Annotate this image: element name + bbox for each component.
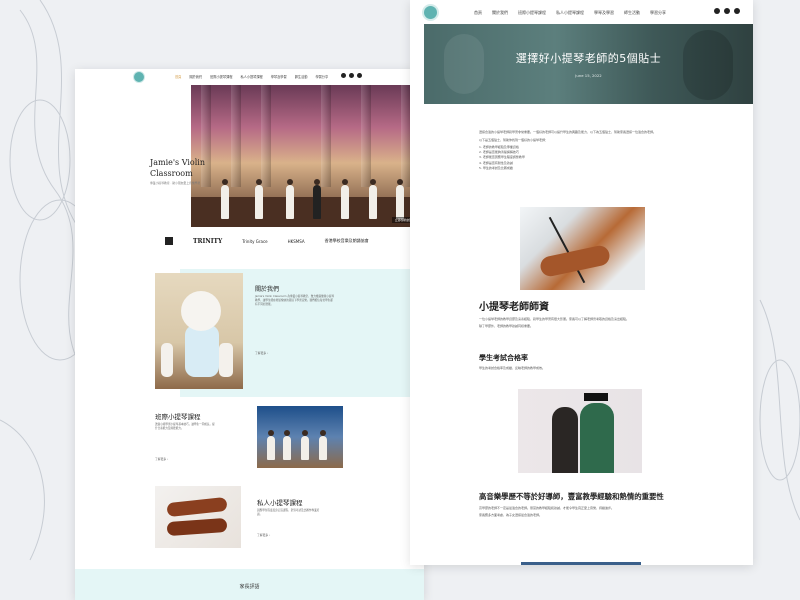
- group-course-heading: 班際小提琴課程: [155, 413, 201, 421]
- article-page-preview: 首頁 關於我們 班際小提琴課程 私人小提琴課程 學琴及學習 師生活動 學習分享 …: [410, 0, 753, 565]
- right-navbar: 首頁 關於我們 班際小提琴課程 私人小提琴課程 學琴及學習 師生活動 學習分享: [410, 0, 753, 24]
- section-teacher-qualification: 小提琴老師師資 一位小提琴老師的教學資歷及演奏經驗，對學生的學習有很大影響。家長…: [479, 298, 699, 329]
- nav-item-activities[interactable]: 師生活動: [295, 74, 308, 79]
- group-course-image: [257, 406, 343, 468]
- tips-list: 1. 老師的教學經驗及專業資格 2. 老師是否能夠清楚講解技巧 3. 老師能否因…: [479, 145, 699, 171]
- social-links: [341, 73, 362, 78]
- hero-image-concert: 立即預約試堂 ›: [191, 85, 424, 227]
- nav-item-group-course[interactable]: 班際小提琴課程: [210, 74, 232, 79]
- section-text-pass-rate: 學生的考試合格率及成績，反映老師的教學成效。: [479, 366, 546, 370]
- private-course-heading: 私人小提琴課程: [257, 499, 303, 507]
- hero-title: Jamie's Violin Classroom: [150, 158, 205, 178]
- section-text-qualification-2: 除了學歷外，老師的教學熱誠同樣重要。: [479, 324, 534, 328]
- about-heading: 關於我們: [255, 286, 280, 293]
- homepage-preview: 首頁 關於我們 班際小提琴課程 私人小提琴課程 學琴及學習 師生活動 學習分享 …: [75, 69, 424, 600]
- section-heading-pass-rate: 學生考試合格率: [479, 354, 528, 362]
- logo[interactable]: [133, 71, 145, 83]
- section-pass-rate: 學生考試合格率 學生的考試合格率及成績，反映老師的教學成效。: [479, 353, 699, 371]
- about-more-link[interactable]: 了解更多 ›: [255, 351, 268, 355]
- social-links: [714, 8, 740, 14]
- group-course-more-link[interactable]: 了解更多 ›: [155, 457, 168, 461]
- section-text-experience: 高學歷的老師不一定是最適合的老師。豐富的教學經驗和熱誠，才能令學生真正愛上音樂，…: [479, 506, 615, 510]
- article-image-graduation: [518, 389, 642, 473]
- private-course-more-link[interactable]: 了解更多 ›: [257, 533, 270, 537]
- list-item: 5. 學生的考試及比賽成績: [479, 165, 513, 170]
- right-nav-menu: 首頁 關於我們 班際小提琴課程 私人小提琴課程 學琴及學習 師生活動 學習分享: [474, 10, 666, 16]
- article-intro: 選擇合適的小提琴老師對學習非常重要。一個好的老師可以提升學生的興趣及能力，以下為…: [479, 130, 699, 171]
- article-hero: 選擇好小提琴老師的5個貼士 June 15, 2022: [424, 24, 753, 104]
- group-course-text: 透過小組學習小提琴基本技巧，讓學生一同成長，提升合奏能力及聆聽能力。: [155, 423, 215, 431]
- reviews-section: 家長評語: [75, 569, 424, 600]
- nav-item-home[interactable]: 首頁: [175, 74, 181, 79]
- facebook-icon[interactable]: [341, 73, 346, 78]
- reviews-heading: 家長評語: [239, 584, 260, 590]
- article-intro-paragraph: 選擇合適的小提琴老師對學習非常重要。一個好的老師可以提升學生的興趣及能力，以下為…: [479, 130, 657, 134]
- section-text-qualification: 一位小提琴老師的教學資歷及演奏經驗，對學生的學習有很大影響。家長可以了解老師曾考…: [479, 317, 630, 321]
- instagram-icon[interactable]: [349, 73, 354, 78]
- nav-item-home[interactable]: 首頁: [474, 10, 482, 16]
- article-image-violin: [520, 207, 645, 290]
- youtube-icon[interactable]: [734, 8, 740, 14]
- partner-logo-3: HKSMSA: [287, 238, 305, 244]
- article-title: 選擇好小提琴老師的5個貼士: [515, 52, 662, 65]
- left-nav-menu: 首頁 關於我們 班際小提琴課程 私人小提琴課程 學琴及學習 師生活動 學習分享: [175, 74, 328, 79]
- logo[interactable]: [422, 4, 439, 21]
- about-image-mascot: [155, 273, 243, 389]
- partner-logo-block: [165, 237, 173, 245]
- nav-item-group-course[interactable]: 班際小提琴課程: [518, 10, 546, 16]
- about-text: Jamie's Violin Classroom 為專業小提琴教室，致力推廣優質…: [255, 295, 335, 307]
- section-experience: 高音樂學歷不等於好導師，豐富教學經驗和熱情的重要性 高學歷的老師不一定是最適合的…: [479, 492, 699, 518]
- private-course-text: 因應學生程度度身訂造課程，針對考試及比賽作專業培訓。: [257, 509, 320, 517]
- article-date: June 15, 2022: [575, 73, 602, 78]
- left-navbar: 首頁 關於我們 班際小提琴課程 私人小提琴課程 學琴及學習 師生活動 學習分享: [75, 69, 424, 85]
- section-heading-qualification: 小提琴老師師資: [479, 302, 549, 313]
- section-heading-experience: 高音樂學歷不等於好導師，豐富教學經驗和熱情的重要性: [479, 492, 664, 501]
- facebook-icon[interactable]: [714, 8, 720, 14]
- partner-logo-2: Trinity Grace: [242, 238, 268, 244]
- section-text-experience-2: 家長應多方面考慮，為子女選擇最合適的老師。: [479, 513, 543, 517]
- nav-item-learning[interactable]: 學琴及學習: [594, 10, 614, 16]
- partner-logo-4: 香港學校音樂及朗誦協會: [324, 238, 369, 243]
- nav-item-private-course[interactable]: 私人小提琴課程: [240, 74, 262, 79]
- nav-item-sharing[interactable]: 學習分享: [650, 10, 666, 16]
- youtube-icon[interactable]: [357, 73, 362, 78]
- next-image-preview: [521, 562, 641, 565]
- instagram-icon[interactable]: [724, 8, 730, 14]
- nav-item-activities[interactable]: 師生活動: [624, 10, 640, 16]
- nav-item-private-course[interactable]: 私人小提琴課程: [556, 10, 584, 16]
- hero-subtitle: 專業小提琴教室 · 助小朋友愛上音樂學習: [150, 181, 201, 185]
- partner-logos: TRINITY Trinity Grace HKSMSA 香港學校音樂及朗誦協會: [165, 237, 369, 245]
- article-intro-paragraph-2: 以下是五個貼士，幫助你找到一個好的小提琴老師：: [479, 138, 549, 142]
- partner-logo-trinity: TRINITY: [193, 237, 223, 245]
- nav-item-about[interactable]: 關於我們: [492, 10, 508, 16]
- nav-item-sharing[interactable]: 學習分享: [315, 74, 328, 79]
- private-course-image-violins: [155, 486, 241, 548]
- nav-item-about[interactable]: 關於我們: [189, 74, 202, 79]
- nav-item-learning[interactable]: 學琴及學習: [271, 74, 287, 79]
